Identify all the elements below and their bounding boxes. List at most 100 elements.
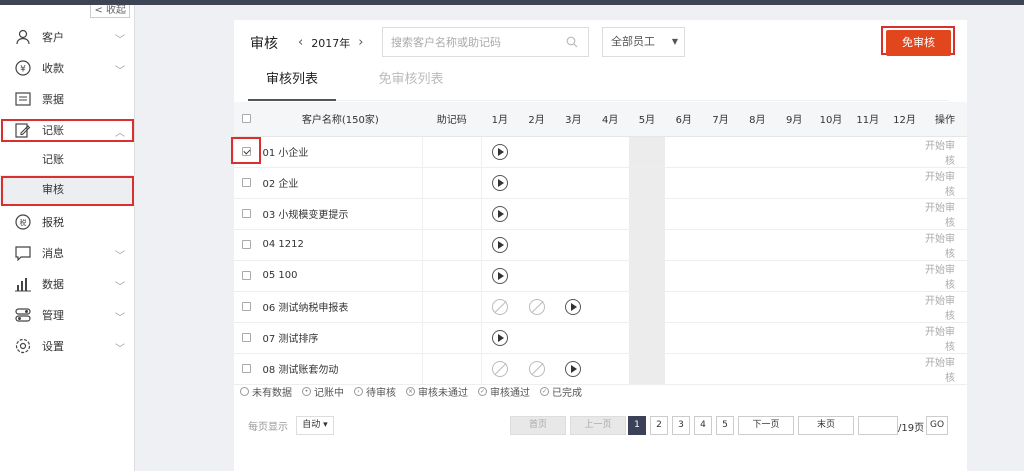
legend-item: 未有数据 [240,384,292,399]
legend-item: ✓ 审核通过 [478,384,530,399]
table-header-row: 客户名称(150家) 助记码 1月 2月 3月 4月 5月 6月 7月 8月 9… [234,102,967,137]
sidebar-item-customers[interactable]: 客户 ﹀ [0,22,135,52]
start-review-link[interactable]: 开始审核 [922,198,967,230]
tab-review-list[interactable]: 审核列表 [248,67,336,101]
legend-label: 审核通过 [490,388,530,399]
month-cell [886,291,923,323]
play-icon[interactable] [492,205,509,222]
table-row: 05 100 开始审核 [234,260,967,292]
collapse-label: 收起 [106,5,126,16]
play-icon[interactable] [492,174,509,191]
sidebar-item-bills[interactable]: 票据 [0,84,135,114]
no-data-icon [492,360,509,377]
tab-exempt-list[interactable]: 免审核列表 [368,67,454,101]
page-button[interactable]: 1 [628,416,646,435]
legend-label: 待审核 [366,388,396,399]
page-button[interactable]: 3 [672,416,690,435]
go-label: GO [929,420,945,430]
page-button[interactable]: 5 [716,416,734,435]
first-page-button[interactable]: 首页 [510,416,566,435]
play-icon[interactable] [492,329,509,346]
sidebar-item-messages[interactable]: 消息 ﹀ [0,238,135,268]
month-cell [849,198,887,230]
go-button[interactable]: GO [926,416,948,435]
month-cell [591,353,629,385]
sidebar-item-receipts[interactable]: ¥ 收款 ﹀ [0,53,135,83]
play-icon[interactable] [565,360,582,377]
memo-cell [421,260,482,292]
row-checkbox[interactable] [241,239,251,249]
highlight-box [1,176,134,206]
customer-name: 01 小企业 [258,136,423,168]
next-page-button[interactable]: 下一页 [738,416,794,435]
next-page-label: 下一页 [752,420,780,430]
main-panel: 审核 ‹ 2017年 › 搜索客户名称或助记码 全部员工 ▼ 免审核 审核列表 … [231,20,967,471]
month-cell [665,322,703,354]
select-all-checkbox[interactable] [241,113,251,123]
month-cell [628,291,666,323]
exempt-review-button[interactable]: 免审核 [886,30,951,56]
start-review-link[interactable]: 开始审核 [922,136,967,168]
top-bar [0,0,1024,5]
approved-icon: ✓ [478,387,487,396]
prev-page-button[interactable]: 上一页 [570,416,626,435]
search-icon[interactable] [566,36,578,51]
chevron-down-icon: ﹀ [115,344,125,355]
row-checkbox[interactable] [241,301,251,311]
table-row: 03 小规模变更提示 开始审核 [234,198,967,230]
row-checkbox-cell [234,167,259,199]
month-cell [702,260,739,292]
highlight-box [231,137,261,164]
page-button[interactable]: 4 [694,416,712,435]
svg-text:¥: ¥ [20,65,26,75]
row-checkbox[interactable] [241,177,251,187]
legend-label: 未有数据 [252,388,292,399]
sidebar-item-label: 票据 [42,93,64,106]
row-checkbox[interactable] [241,208,251,218]
month-cell [518,198,555,230]
sidebar-subitem-bookkeeping[interactable]: 记账 [0,145,135,175]
bill-icon [14,90,32,108]
row-checkbox[interactable] [241,332,251,342]
row-checkbox[interactable] [241,270,251,280]
row-checkbox[interactable] [241,363,251,373]
play-icon[interactable] [492,267,509,284]
play-icon[interactable] [492,143,509,160]
start-review-link[interactable]: 开始审核 [922,167,967,199]
sidebar-item-tax[interactable]: 税 报税 [0,207,135,237]
per-page-select[interactable]: 自动 ▾ [296,416,334,435]
customer-name: 07 测试排序 [258,322,423,354]
month-cell [665,136,703,168]
per-page-value: 自动 [302,420,321,430]
row-checkbox-cell [234,322,259,354]
play-icon[interactable] [492,236,509,253]
start-review-link[interactable]: 开始审核 [922,229,967,261]
page-button[interactable]: 2 [650,416,668,435]
start-review-link[interactable]: 开始审核 [922,260,967,292]
month-cell [481,353,519,385]
customer-name: 06 测试纳税申报表 [258,291,423,323]
last-page-button[interactable]: 末页 [798,416,854,435]
play-icon[interactable] [565,298,582,315]
month-cell [849,260,887,292]
next-year-button[interactable]: › [358,35,363,50]
search-input[interactable]: 搜索客户名称或助记码 [382,27,589,57]
chevron-down-icon: ﹀ [115,313,125,324]
col-header-name: 客户名称(150家) [258,102,423,137]
sidebar-item-manage[interactable]: 管理 ﹀ [0,300,135,330]
start-review-link[interactable]: 开始审核 [922,291,967,323]
prev-year-button[interactable]: ‹ [298,35,303,50]
month-cell [628,198,666,230]
collapse-button[interactable]: < 收起 [90,5,130,18]
sidebar-item-settings[interactable]: 设置 ﹀ [0,331,135,361]
page-jump-input[interactable] [858,416,898,435]
start-review-link[interactable]: 开始审核 [922,353,967,385]
month-cell [518,167,555,199]
staff-select[interactable]: 全部员工 ▼ [602,27,685,57]
start-review-link[interactable]: 开始审核 [922,322,967,354]
sidebar-item-data[interactable]: 数据 ﹀ [0,269,135,299]
month-cell [591,322,629,354]
month-cell [518,291,555,323]
customer-name: 04 1212 [258,229,423,261]
col-header-month: 2月 [518,102,555,137]
